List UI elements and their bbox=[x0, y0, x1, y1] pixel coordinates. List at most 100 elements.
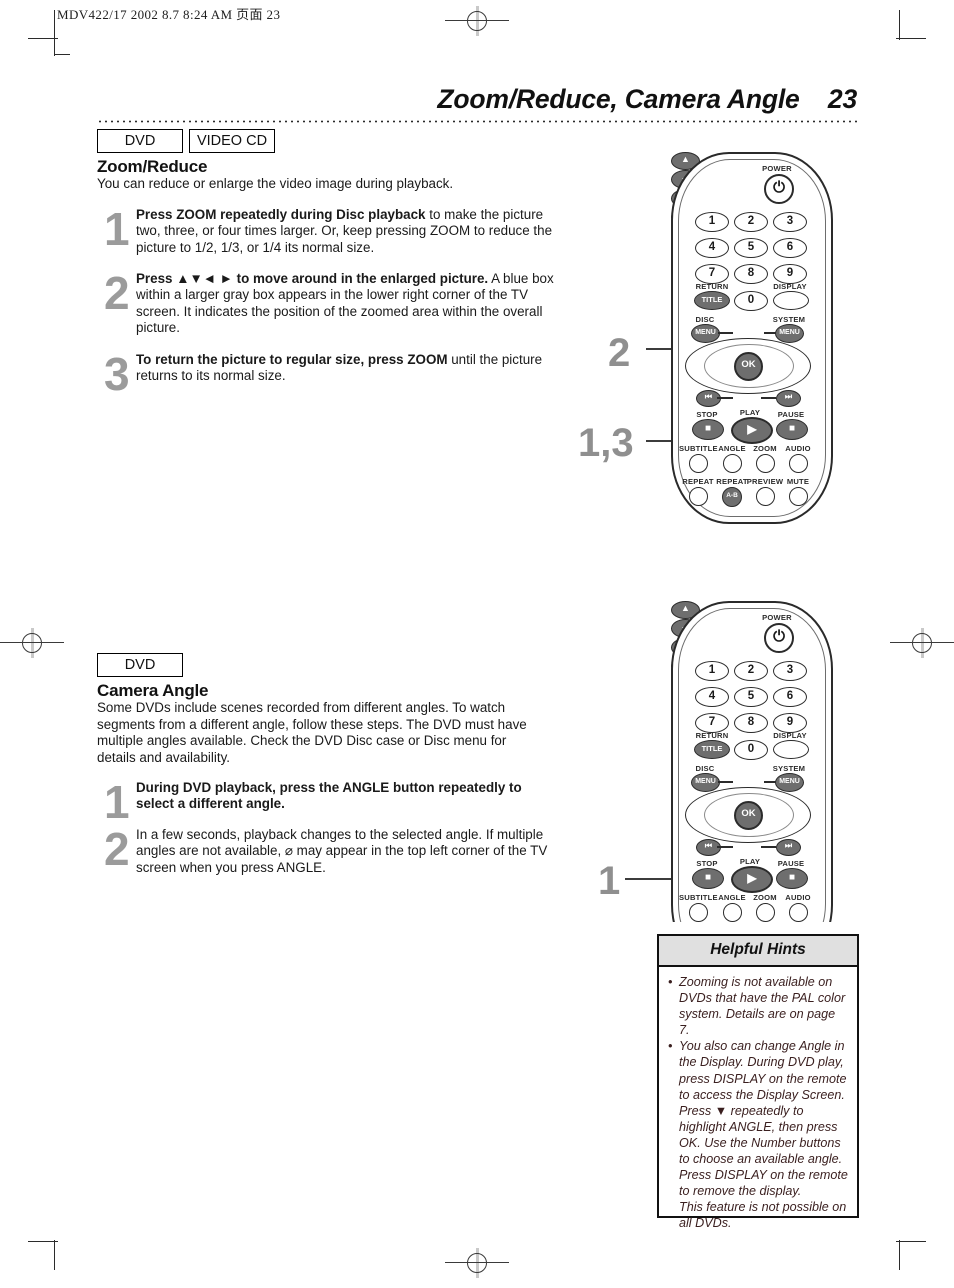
number-key-5-2[interactable]: 5 bbox=[734, 687, 768, 707]
step-number-zoom-3: 3 bbox=[104, 348, 130, 400]
number-key-3-2[interactable]: 3 bbox=[773, 661, 807, 681]
number-key-7[interactable]: 7 bbox=[695, 264, 729, 284]
pause-label: PAUSE bbox=[777, 410, 805, 419]
pause-button-2[interactable]: ■ bbox=[776, 868, 808, 889]
system-label-2: SYSTEM bbox=[772, 764, 806, 773]
section-heading-zoom-reduce: Zoom/Reduce bbox=[97, 157, 208, 176]
system-menu-button[interactable]: MENU bbox=[775, 324, 804, 343]
display-label-2: DISPLAY bbox=[773, 731, 807, 740]
system-menu-button-2[interactable]: MENU bbox=[775, 773, 804, 792]
repeat-ab-button[interactable]: A-B bbox=[722, 487, 742, 507]
number-key-0[interactable]: 0 bbox=[734, 291, 768, 311]
number-key-1[interactable]: 1 bbox=[695, 212, 729, 232]
hint-item: • You also can change Angle in the Displ… bbox=[668, 1038, 848, 1231]
badge-dvd-angle: DVD bbox=[97, 653, 183, 677]
stop-button[interactable]: ■ bbox=[692, 419, 724, 440]
nav-connector-left-top-2 bbox=[718, 781, 733, 783]
subtitle-label: SUBTITLE bbox=[679, 444, 718, 453]
return-label: RETURN bbox=[695, 282, 729, 291]
ok-button[interactable]: OK bbox=[734, 352, 763, 381]
mute-label: MUTE bbox=[786, 477, 810, 486]
power-button-2[interactable]: ⏻ bbox=[764, 623, 794, 653]
display-label: DISPLAY bbox=[773, 282, 807, 291]
subtitle-button-2[interactable] bbox=[689, 903, 708, 922]
number-key-7-2[interactable]: 7 bbox=[695, 713, 729, 733]
number-key-4-2[interactable]: 4 bbox=[695, 687, 729, 707]
registration-mark-left bbox=[0, 628, 64, 658]
nav-connector-left-bottom bbox=[717, 397, 733, 399]
stop-button-2[interactable]: ■ bbox=[692, 868, 724, 889]
badge-video-cd-zoom: VIDEO CD bbox=[189, 129, 275, 153]
number-key-9-2[interactable]: 9 bbox=[773, 713, 807, 733]
audio-button-2[interactable] bbox=[789, 903, 808, 922]
audio-button[interactable] bbox=[789, 454, 808, 473]
number-key-6[interactable]: 6 bbox=[773, 238, 807, 258]
angle-label: ANGLE bbox=[718, 444, 746, 453]
badge-dvd-zoom: DVD bbox=[97, 129, 183, 153]
next-button-2[interactable]: ⏭ bbox=[776, 839, 801, 856]
section-intro-camera-angle: Some DVDs include scenes recorded from d… bbox=[97, 700, 527, 765]
step-text-zoom-3: To return the picture to regular size, p… bbox=[136, 352, 554, 385]
number-key-4[interactable]: 4 bbox=[695, 238, 729, 258]
number-key-8[interactable]: 8 bbox=[734, 264, 768, 284]
display-button-2[interactable] bbox=[773, 740, 809, 759]
zoom-label-2: ZOOM bbox=[753, 893, 777, 902]
registration-mark-bottom bbox=[445, 1248, 509, 1278]
angle-label-2: ANGLE bbox=[718, 893, 746, 902]
disc-label-2: DISC bbox=[695, 764, 715, 773]
number-key-8-2[interactable]: 8 bbox=[734, 713, 768, 733]
hint-item: • Zooming is not available on DVDs that … bbox=[668, 974, 848, 1038]
crop-mark-bottom-left bbox=[28, 1224, 70, 1270]
number-key-9[interactable]: 9 bbox=[773, 264, 807, 284]
step-number-angle-1: 1 bbox=[104, 776, 130, 828]
power-label-2: POWER bbox=[762, 613, 792, 622]
mute-button[interactable] bbox=[789, 487, 808, 506]
bullet-icon: • bbox=[668, 975, 673, 989]
helpful-hints-box: Helpful Hints • Zooming is not available… bbox=[657, 934, 859, 1230]
preview-button[interactable] bbox=[756, 487, 775, 506]
number-key-2[interactable]: 2 bbox=[734, 212, 768, 232]
number-key-1-2[interactable]: 1 bbox=[695, 661, 729, 681]
display-button[interactable] bbox=[773, 291, 809, 310]
play-label-2: PLAY bbox=[739, 857, 761, 866]
zoom-label: ZOOM bbox=[753, 444, 777, 453]
power-button[interactable]: ⏻ bbox=[764, 174, 794, 204]
step-text-angle-2: In a few seconds, playback changes to th… bbox=[136, 827, 548, 875]
angle-button[interactable] bbox=[723, 454, 742, 473]
subtitle-button[interactable] bbox=[689, 454, 708, 473]
number-key-6-2[interactable]: 6 bbox=[773, 687, 807, 707]
stop-label: STOP bbox=[696, 410, 718, 419]
play-button-2[interactable]: ▶ bbox=[731, 866, 773, 893]
repeat-button[interactable] bbox=[689, 487, 708, 506]
disc-menu-button-2[interactable]: MENU bbox=[691, 773, 720, 792]
crop-mark-top-right bbox=[884, 10, 926, 56]
callout-angle-1: 1 bbox=[598, 859, 621, 903]
number-key-5[interactable]: 5 bbox=[734, 238, 768, 258]
nav-connector-right-top bbox=[764, 332, 776, 334]
remote-control-illustration-angle: POWER ⏻ 1 2 3 4 5 6 7 8 9 RETURN DISPLAY… bbox=[671, 601, 833, 922]
step-text-zoom-1: Press ZOOM repeatedly during Disc playba… bbox=[136, 207, 554, 256]
title-button-2[interactable]: TITLE bbox=[694, 740, 730, 759]
play-button[interactable]: ▶ bbox=[731, 417, 773, 444]
subtitle-label-2: SUBTITLE bbox=[679, 893, 718, 902]
bullet-icon: • bbox=[668, 1039, 673, 1054]
pause-label-2: PAUSE bbox=[777, 859, 805, 868]
zoom-button-2[interactable] bbox=[756, 903, 775, 922]
number-key-0-2[interactable]: 0 bbox=[734, 740, 768, 760]
angle-button-2[interactable] bbox=[723, 903, 742, 922]
print-slug: MDV422/17 2002 8.7 8:24 AM 页面 23 bbox=[57, 7, 281, 22]
nav-connector-right-top-2 bbox=[764, 781, 776, 783]
title-button[interactable]: TITLE bbox=[694, 291, 730, 310]
audio-label-2: AUDIO bbox=[785, 893, 811, 902]
repeat-label: REPEAT bbox=[682, 477, 714, 486]
number-key-3[interactable]: 3 bbox=[773, 212, 807, 232]
ok-button-2[interactable]: OK bbox=[734, 801, 763, 830]
registration-mark-top bbox=[445, 6, 509, 36]
system-label: SYSTEM bbox=[772, 315, 806, 324]
disc-menu-button[interactable]: MENU bbox=[691, 324, 720, 343]
nav-connector-left-bottom-2 bbox=[717, 846, 733, 848]
number-key-2-2[interactable]: 2 bbox=[734, 661, 768, 681]
pause-button[interactable]: ■ bbox=[776, 419, 808, 440]
zoom-button[interactable] bbox=[756, 454, 775, 473]
next-button[interactable]: ⏭ bbox=[776, 390, 801, 407]
